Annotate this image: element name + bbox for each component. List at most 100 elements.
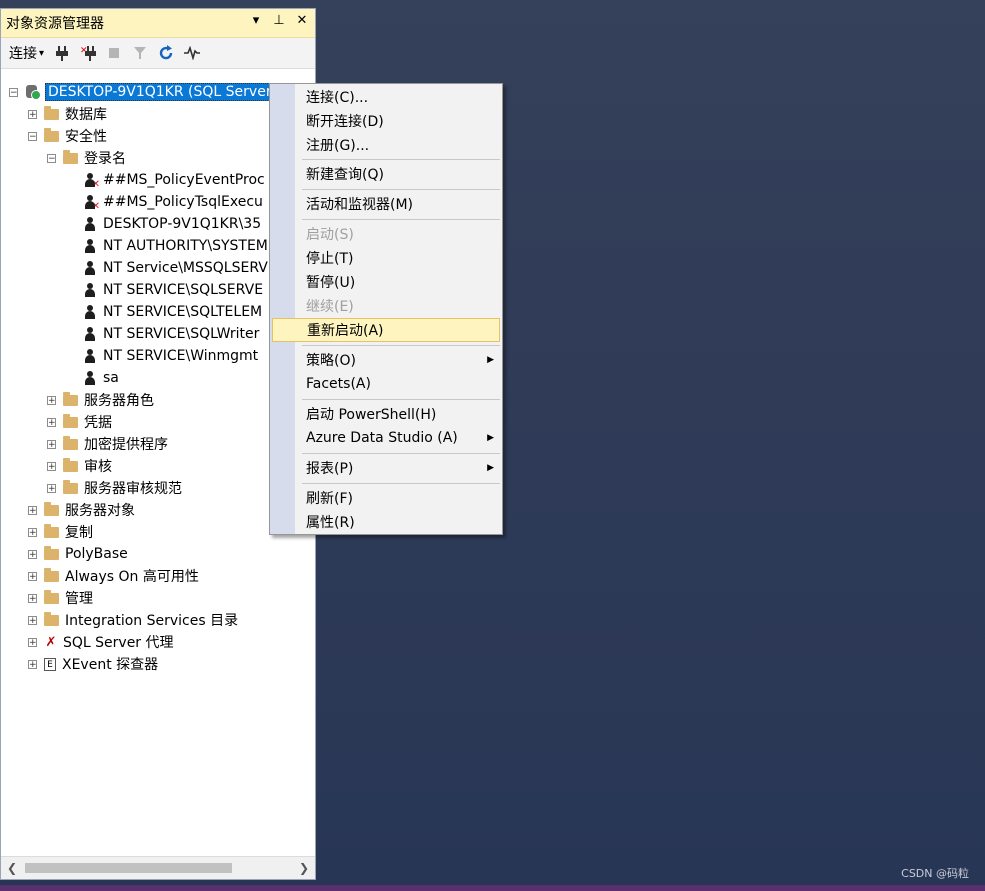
folder-icon: [63, 391, 78, 406]
login-item[interactable]: ✕ ##MS_PolicyTsqlExecu: [83, 191, 263, 213]
tree-node-polybase[interactable]: + PolyBase: [28, 543, 128, 565]
expand-icon[interactable]: +: [28, 659, 37, 669]
tree-node-sql-agent[interactable]: + ✗ SQL Server 代理: [28, 631, 174, 653]
expand-icon[interactable]: +: [28, 593, 37, 603]
server-icon: [25, 84, 41, 100]
login-item[interactable]: NT SERVICE\Winmgmt: [83, 345, 258, 367]
expand-icon[interactable]: +: [47, 439, 56, 449]
menu-item-register[interactable]: 注册(G)...: [270, 133, 502, 157]
tree-node-always-on[interactable]: + Always On 高可用性: [28, 565, 199, 587]
folder-icon: [44, 567, 59, 582]
menu-item-disconnect[interactable]: 断开连接(D): [270, 109, 502, 133]
tree-node-security[interactable]: − 安全性: [28, 125, 107, 147]
menu-label: 连接(C)...: [306, 90, 369, 106]
menu-separator: [302, 219, 500, 220]
menu-item-properties[interactable]: 属性(R): [270, 510, 502, 534]
panel-title: 对象资源管理器: [6, 16, 104, 32]
menu-item-reports[interactable]: 报表(P) ▶: [270, 456, 502, 480]
menu-separator: [302, 189, 500, 190]
scroll-track[interactable]: [23, 860, 293, 876]
folder-icon: [44, 127, 59, 142]
scroll-left-icon[interactable]: ❮: [1, 861, 23, 875]
chevron-down-icon: ▾: [39, 47, 45, 59]
menu-item-facets[interactable]: Facets(A): [270, 372, 502, 396]
menu-item-resume: 继续(E): [270, 294, 502, 318]
menu-item-pause[interactable]: 暂停(U): [270, 270, 502, 294]
node-label: 服务器对象: [65, 503, 135, 519]
folder-icon: [44, 501, 59, 516]
expand-icon[interactable]: +: [28, 549, 37, 559]
window-position-icon[interactable]: ▾: [249, 13, 263, 28]
folder-icon: [44, 611, 59, 626]
scroll-right-icon[interactable]: ❯: [293, 861, 315, 875]
menu-item-refresh[interactable]: 刷新(F): [270, 486, 502, 510]
login-item[interactable]: sa: [83, 367, 119, 389]
expand-icon[interactable]: +: [47, 395, 56, 405]
expand-icon[interactable]: +: [28, 109, 37, 119]
collapse-icon[interactable]: −: [9, 87, 18, 97]
tree-node-databases[interactable]: + 数据库: [28, 103, 107, 125]
connect-label: 连接: [9, 46, 37, 62]
tree-node-crypto-providers[interactable]: + 加密提供程序: [47, 433, 168, 455]
activity-monitor-icon[interactable]: [184, 45, 201, 61]
user-icon: [83, 260, 97, 276]
expand-icon[interactable]: +: [47, 461, 56, 471]
expand-icon[interactable]: +: [28, 527, 37, 537]
tree-node-server-roles[interactable]: + 服务器角色: [47, 389, 154, 411]
collapse-icon[interactable]: −: [28, 131, 37, 141]
login-item[interactable]: NT Service\MSSQLSERV: [83, 257, 268, 279]
login-item[interactable]: DESKTOP-9V1Q1KR\35: [83, 213, 261, 235]
tree-node-replication[interactable]: + 复制: [28, 521, 93, 543]
menu-item-restart[interactable]: 重新启动(A): [272, 318, 500, 342]
tree-node-server[interactable]: − DESKTOP-9V1Q1KR (SQL Server 15.0: [9, 81, 311, 103]
pin-icon[interactable]: ⊥: [272, 13, 286, 28]
folder-icon: [63, 435, 78, 450]
tree-node-audit-specs[interactable]: + 服务器审核规范: [47, 477, 182, 499]
menu-item-azure-data-studio[interactable]: Azure Data Studio (A) ▶: [270, 426, 502, 450]
login-item[interactable]: NT AUTHORITY\SYSTEM: [83, 235, 268, 257]
login-item[interactable]: ✕ ##MS_PolicyEventProc: [83, 169, 265, 191]
node-label: PolyBase: [65, 546, 128, 562]
expand-icon[interactable]: +: [28, 615, 37, 625]
panel-title-icons: ▾ ⊥ ✕: [249, 13, 309, 28]
connect-dropdown-button[interactable]: 连接 ▾: [9, 43, 44, 63]
tree-node-logins[interactable]: − 登录名: [47, 147, 126, 169]
horizontal-scrollbar[interactable]: ❮ ❯: [1, 856, 315, 879]
expand-icon[interactable]: +: [28, 505, 37, 515]
login-item[interactable]: NT SERVICE\SQLSERVE: [83, 279, 263, 301]
node-label: 服务器角色: [84, 393, 154, 409]
tree-node-management[interactable]: + 管理: [28, 587, 93, 609]
login-item[interactable]: NT SERVICE\SQLTELEM: [83, 301, 262, 323]
tree-node-xevent[interactable]: + E XEvent 探查器: [28, 653, 158, 675]
menu-item-policies[interactable]: 策略(O) ▶: [270, 348, 502, 372]
disconnect-plug-icon[interactable]: ✕: [80, 45, 97, 61]
menu-item-activity-monitor[interactable]: 活动和监视器(M): [270, 192, 502, 216]
node-label: Always On 高可用性: [65, 569, 199, 585]
expand-icon[interactable]: +: [28, 637, 37, 647]
close-icon[interactable]: ✕: [295, 13, 309, 28]
menu-item-new-query[interactable]: 新建查询(Q): [270, 162, 502, 186]
panel-title-bar: 对象资源管理器 ▾ ⊥ ✕: [1, 9, 315, 38]
stop-icon[interactable]: [106, 45, 122, 61]
login-label: DESKTOP-9V1Q1KR\35: [103, 216, 262, 232]
menu-separator: [302, 399, 500, 400]
tree-node-audits[interactable]: + 审核: [47, 455, 112, 477]
menu-item-connect[interactable]: 连接(C)...: [270, 85, 502, 109]
menu-item-powershell[interactable]: 启动 PowerShell(H): [270, 402, 502, 426]
scroll-thumb[interactable]: [25, 863, 232, 873]
tree-node-credentials[interactable]: + 凭据: [47, 411, 112, 433]
xevent-icon: E: [44, 657, 56, 671]
expand-icon[interactable]: +: [47, 417, 56, 427]
filter-icon[interactable]: [132, 45, 148, 61]
expand-icon[interactable]: +: [28, 571, 37, 581]
refresh-icon[interactable]: [158, 45, 174, 61]
menu-item-start: 启动(S): [270, 222, 502, 246]
tree-node-server-objects[interactable]: + 服务器对象: [28, 499, 135, 521]
user-icon: [83, 370, 97, 386]
connect-plug-icon[interactable]: [54, 45, 70, 61]
login-item[interactable]: NT SERVICE\SQLWriter: [83, 323, 259, 345]
collapse-icon[interactable]: −: [47, 153, 56, 163]
expand-icon[interactable]: +: [47, 483, 56, 493]
menu-item-stop[interactable]: 停止(T): [270, 246, 502, 270]
tree-node-integration-services[interactable]: + Integration Services 目录: [28, 609, 238, 631]
